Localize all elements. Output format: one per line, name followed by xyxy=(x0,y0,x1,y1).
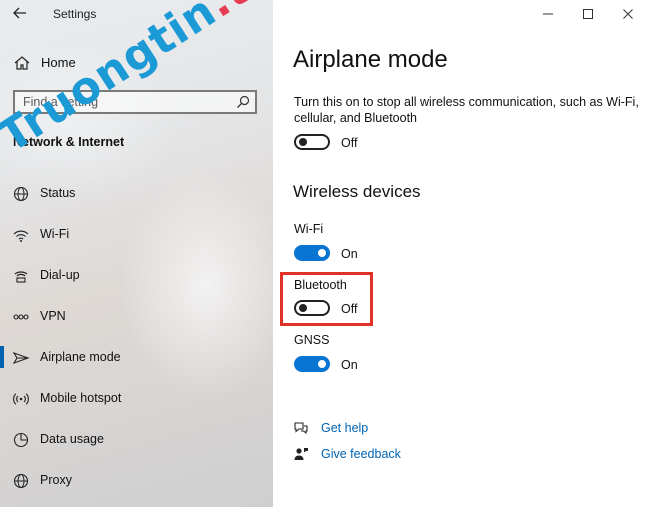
hotspot-icon xyxy=(12,390,30,408)
airplane-icon xyxy=(12,349,30,367)
bluetooth-toggle[interactable] xyxy=(294,300,330,316)
airplane-mode-toggle[interactable] xyxy=(294,134,330,150)
toggle-knob xyxy=(299,138,307,146)
globe-icon xyxy=(12,185,30,203)
gnss-toggle[interactable] xyxy=(294,356,330,372)
toggle-state: On xyxy=(341,247,358,261)
search-box[interactable] xyxy=(13,90,257,114)
get-help-link[interactable]: Get help xyxy=(321,421,368,435)
wifi-toggle[interactable] xyxy=(294,245,330,261)
sidebar-item-label: Dial-up xyxy=(40,268,80,282)
sidebar-item-vpn[interactable]: VPN xyxy=(0,301,273,342)
window-title: Settings xyxy=(53,7,97,21)
sidebar-item-dialup[interactable]: Dial-up xyxy=(0,260,273,301)
help-icon xyxy=(293,420,309,436)
sidebar-item-label: Home xyxy=(41,55,76,70)
description-text: Turn this on to stop all wireless commun… xyxy=(294,95,639,125)
home-icon xyxy=(13,54,31,72)
data-usage-icon xyxy=(12,431,30,449)
sidebar-item-data-usage[interactable]: Data usage xyxy=(0,424,273,465)
sidebar-item-status[interactable]: Status xyxy=(0,178,273,219)
section-heading: Wireless devices xyxy=(293,182,421,201)
minimize-icon[interactable] xyxy=(535,6,561,26)
sidebar-nav: Status Wi-Fi Dial-up VPN Airplane mode M… xyxy=(0,178,273,506)
title-bar: Settings xyxy=(0,0,273,30)
device-label: Bluetooth xyxy=(294,278,347,292)
page-title: Airplane mode xyxy=(293,46,448,73)
sidebar-item-label: Wi-Fi xyxy=(40,227,70,241)
toggle-knob xyxy=(318,360,326,368)
sidebar-item-mobile-hotspot[interactable]: Mobile hotspot xyxy=(0,383,273,424)
toggle-state: Off xyxy=(341,136,358,150)
sidebar-item-wifi[interactable]: Wi-Fi xyxy=(0,219,273,260)
sidebar-item-label: Mobile hotspot xyxy=(40,391,122,405)
sidebar-item-label: VPN xyxy=(40,309,66,323)
toggle-state: Off xyxy=(341,302,358,316)
back-arrow-icon[interactable] xyxy=(10,5,30,25)
toggle-state: On xyxy=(341,358,358,372)
sidebar-item-home[interactable]: Home xyxy=(0,50,273,76)
device-label: GNSS xyxy=(294,333,330,347)
device-label: Wi-Fi xyxy=(294,222,324,236)
maximize-icon[interactable] xyxy=(575,6,601,26)
sidebar-item-airplane-mode[interactable]: Airplane mode xyxy=(0,342,273,383)
dialup-icon xyxy=(12,267,30,285)
toggle-knob xyxy=(318,249,326,257)
give-feedback-link[interactable]: Give feedback xyxy=(321,447,401,461)
sidebar-item-label: Data usage xyxy=(40,432,104,446)
close-icon[interactable] xyxy=(615,6,641,26)
selected-indicator xyxy=(0,346,4,368)
sidebar-item-label: Proxy xyxy=(40,473,72,487)
vpn-icon xyxy=(12,308,30,326)
wifi-icon xyxy=(12,226,30,244)
globe-icon xyxy=(12,472,30,490)
sidebar-item-proxy[interactable]: Proxy xyxy=(0,465,273,506)
toggle-knob xyxy=(299,304,307,312)
sidebar: Settings Home Network & Internet Status … xyxy=(0,0,273,507)
sidebar-item-label: Airplane mode xyxy=(40,350,121,364)
search-icon[interactable] xyxy=(235,94,251,110)
main-panel: Airplane mode Turn this on to stop all w… xyxy=(273,0,648,507)
section-title: Network & Internet xyxy=(13,135,125,149)
sidebar-item-label: Status xyxy=(40,186,76,200)
search-input[interactable] xyxy=(15,92,233,112)
feedback-icon xyxy=(293,446,309,462)
